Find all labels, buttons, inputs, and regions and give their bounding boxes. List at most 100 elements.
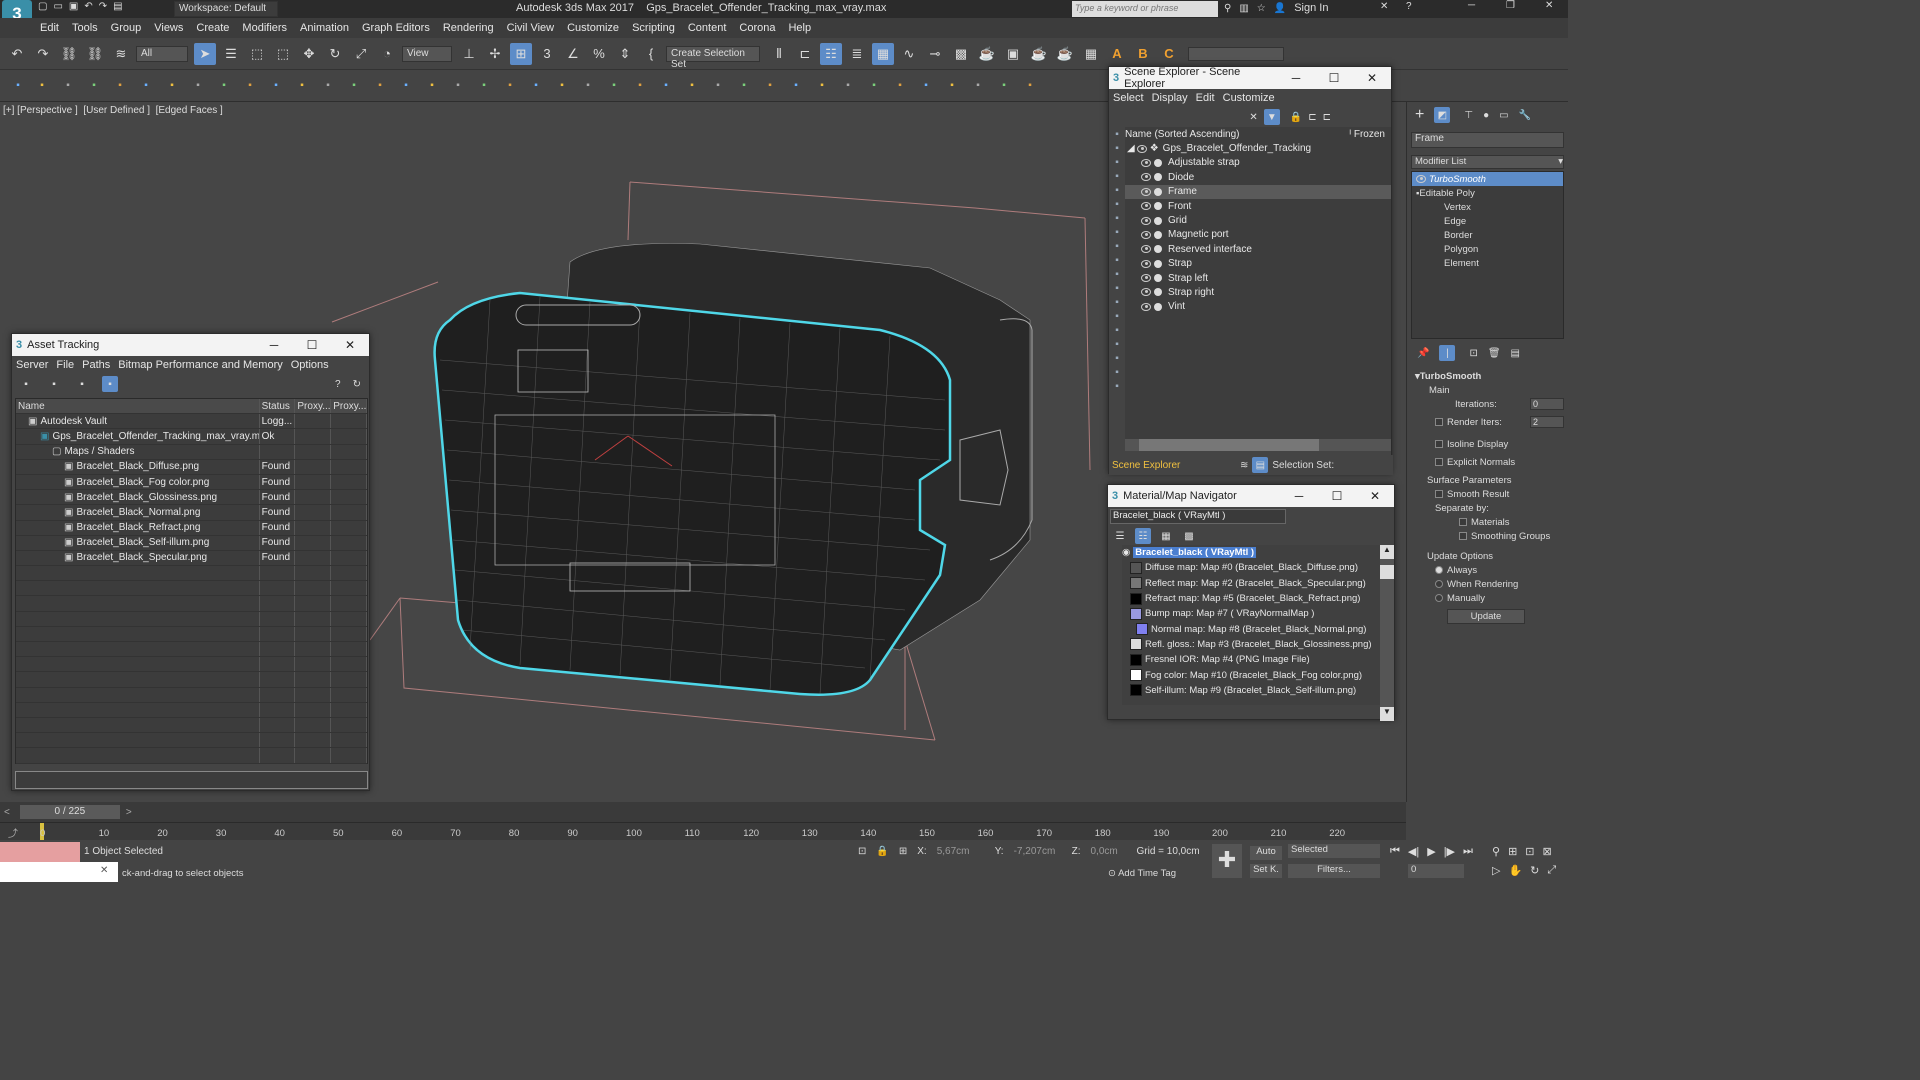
puzzle-icon[interactable]: ▪ [580,78,596,94]
frame-indicator[interactable]: 0 / 225 [19,805,120,819]
material-vscroll[interactable]: ▲ ▼ [1380,545,1394,721]
link-icon[interactable]: ⛓ [58,43,80,65]
scene-menu-display[interactable]: Display [1152,92,1188,104]
open-file-icon[interactable]: ▭ [53,1,62,12]
modifier-list-dropdown[interactable]: Modifier List ▾ [1411,155,1564,169]
visibility-icon[interactable] [1141,259,1151,268]
view-mode-4-icon[interactable]: ▪ [102,376,118,392]
visibility-icon[interactable] [1136,144,1147,153]
render-iters-spinner[interactable]: 2 [1530,416,1564,428]
save-icon[interactable]: ▪ [34,78,50,94]
lock-icon[interactable]: 🔒 [1290,112,1302,123]
viewport-label[interactable]: [+] [Perspective ] [User Defined ] [Edge… [3,105,223,116]
redo-icon[interactable]: ↷ [99,1,107,12]
close-icon[interactable]: ✕ [1356,489,1394,503]
scene-item[interactable]: Grid [1125,213,1391,227]
spacewarps-filter-icon[interactable]: ▪ [1115,213,1119,224]
scene-item[interactable]: Strap [1125,257,1391,271]
helpers-filter-icon[interactable]: ▪ [1115,199,1119,210]
next-key-icon[interactable]: |▶ [1444,845,1455,858]
manually-radio[interactable]: Manually [1415,591,1564,605]
z-coordinate[interactable]: 0,0cm [1090,846,1126,857]
scene-explorer-toggle-icon[interactable]: ☷ [820,42,842,65]
angle-snap-icon[interactable]: ∠ [562,43,584,65]
scroll-thumb[interactable] [1380,565,1394,579]
modifier-stack-item[interactable]: Element [1412,256,1563,270]
material-editor-icon[interactable]: ▩ [950,43,972,65]
when-rendering-radio[interactable]: When Rendering [1415,577,1564,591]
reference-coord-dropdown[interactable]: View [402,45,452,62]
close-icon[interactable]: ✕ [100,865,108,876]
asset-col-header[interactable]: Proxy... [331,399,368,414]
box-2-icon[interactable]: ▪ [1022,78,1038,94]
grid-2-icon[interactable]: ▪ [424,78,440,94]
redo-button[interactable]: ↷ [32,43,54,65]
selection-filter-dropdown[interactable]: All [136,45,188,62]
scene-item[interactable]: Strap left [1125,271,1391,285]
xrefs-filter-icon[interactable]: ▪ [1115,241,1119,252]
scale-icon[interactable]: ⤢ [350,43,372,65]
asset-path-field[interactable] [15,771,368,789]
keyboard-shortcut-icon[interactable]: ⊞ [510,42,532,65]
modifier-stack-item[interactable]: Edge [1412,214,1563,228]
unlink-icon[interactable]: ⛓ [84,43,106,65]
rollout-header[interactable]: ▾ TurboSmooth [1415,369,1564,383]
snaps-toggle-icon[interactable]: 3 [536,43,558,65]
asset-col-header[interactable]: Name [16,399,260,414]
extra-dropdown[interactable] [1188,46,1284,61]
layers-icon[interactable]: ⊏ [1323,112,1331,123]
render-icon[interactable]: ☕ [1028,43,1050,65]
sun-icon[interactable]: ▪ [372,78,388,94]
scene-root-row[interactable]: ◢ ❖ Gps_Bracelet_Offender_Tracking [1125,141,1391,155]
visibility-icon[interactable] [1141,288,1151,297]
prev-frame-icon[interactable]: < [4,807,10,818]
col-frozen-header[interactable]: ᴵ Frozen [1349,129,1385,140]
edit-named-sel-icon[interactable]: { [640,43,662,65]
cycle-icon[interactable]: ▪ [918,78,934,94]
scene-item[interactable]: Adjustable strap [1125,156,1391,170]
asset-menu-options[interactable]: Options [291,359,329,371]
spinner-snap-icon[interactable]: ⇕ [614,43,636,65]
maximize-viewport-icon[interactable]: ⤢ [1547,864,1556,877]
isoline-row[interactable]: Isoline Display [1415,437,1564,451]
wave-icon[interactable]: ▪ [944,78,960,94]
hierarchy-tab-icon[interactable]: ⊤ [1464,110,1473,121]
table-row[interactable]: ▣ Bracelet_Black_Fog color.png Found [16,474,368,491]
coin-icon[interactable]: ▪ [398,78,414,94]
text-c-icon[interactable]: C [1158,43,1180,65]
menu-modifiers[interactable]: Modifiers [242,22,287,34]
render-iters-checkbox[interactable] [1435,418,1443,426]
menu-rendering[interactable]: Rendering [443,22,494,34]
render-iterative-icon[interactable]: ☕ [1054,43,1076,65]
selection-lock-icon[interactable]: ⊡ [858,846,866,857]
funnel-filter-icon[interactable]: ▪ [1115,367,1119,378]
mirror-icon[interactable]: ⫴ [768,43,790,65]
menu-group[interactable]: Group [111,22,142,34]
arrow-2-icon[interactable]: ▪ [814,78,830,94]
close-icon[interactable]: ✕ [1545,0,1553,11]
minimize-icon[interactable]: ─ [1280,489,1318,503]
current-frame-field[interactable]: 0 [1408,864,1464,878]
close-icon[interactable]: ✕ [331,338,369,352]
workspace-dropdown[interactable]: Workspace: Default [174,1,278,17]
go-to-end-icon[interactable]: ⏭ [1463,845,1473,858]
paint-icon[interactable]: ▪ [554,78,570,94]
utilities-tab-icon[interactable]: 🔧 [1519,110,1531,121]
material-map-row[interactable]: Diffuse map: Map #0 (Bracelet_Black_Diff… [1122,560,1387,575]
material-map-row[interactable]: Normal map: Map #8 (Bracelet_Black_Norma… [1122,621,1387,636]
binoculars-icon[interactable]: ⚲ [1224,3,1231,14]
time-slider[interactable]: < 0 / 225 > [0,802,1406,822]
y-coordinate[interactable]: -7,207cm [1014,846,1062,857]
curve-editor-icon[interactable]: ∿ [898,43,920,65]
leaf-icon[interactable]: ▪ [528,78,544,94]
modifier-stack-item[interactable]: ▪ Editable Poly [1412,186,1563,200]
render-setup-icon[interactable]: ☕ [976,43,998,65]
filter-icon[interactable]: ▼ [1263,109,1280,125]
minimize-icon[interactable]: ─ [255,338,293,352]
cube-icon[interactable]: ▪ [658,78,674,94]
text-a-icon[interactable]: A [1106,43,1128,65]
list-icons-view-icon[interactable]: ☷ [1135,528,1151,544]
save-file-icon[interactable]: ▣ [69,1,78,12]
percent-snap-icon[interactable]: % [588,43,610,65]
selection-set-icon[interactable]: ▤ [1252,457,1269,473]
